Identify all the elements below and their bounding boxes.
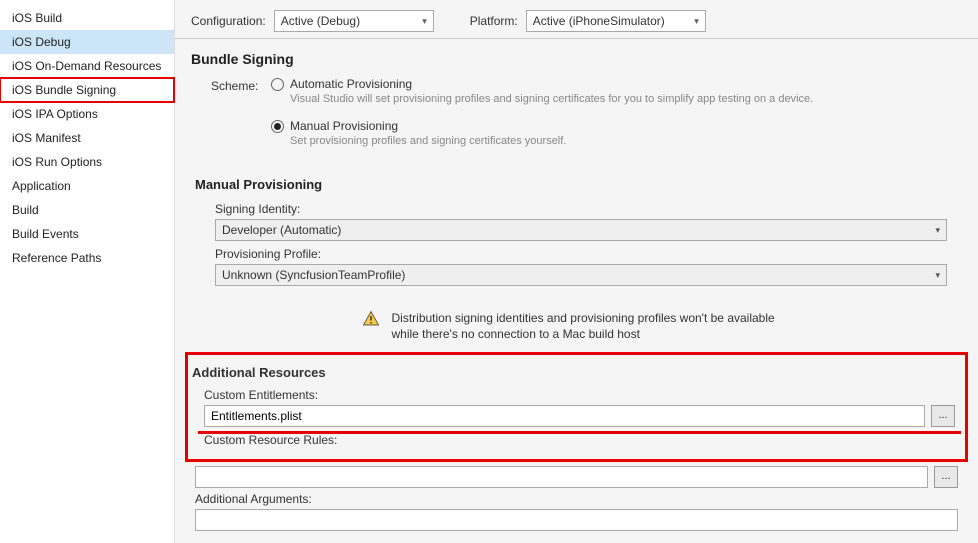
main-panel: Configuration: Active (Debug) ▾ Platform… bbox=[174, 0, 978, 543]
signing-identity-label: Signing Identity: bbox=[215, 202, 962, 216]
configuration-value: Active (Debug) bbox=[281, 14, 360, 28]
radio-auto-desc: Visual Studio will set provisioning prof… bbox=[290, 93, 962, 105]
provisioning-profile-dropdown[interactable]: Unknown (SyncfusionTeamProfile) ▾ bbox=[215, 264, 947, 286]
signing-identity-value: Developer (Automatic) bbox=[222, 223, 341, 237]
warning-row: Distribution signing identities and prov… bbox=[175, 296, 978, 348]
platform-dropdown[interactable]: Active (iPhoneSimulator) ▾ bbox=[526, 10, 706, 32]
sidebar-item-ios-bundle-signing[interactable]: iOS Bundle Signing bbox=[0, 78, 174, 102]
configuration-dropdown[interactable]: Active (Debug) ▾ bbox=[274, 10, 434, 32]
platform-label: Platform: bbox=[470, 14, 518, 28]
radio-auto-label: Automatic Provisioning bbox=[290, 77, 412, 91]
signing-identity-dropdown[interactable]: Developer (Automatic) ▾ bbox=[215, 219, 947, 241]
sidebar-item-ios-run-options[interactable]: iOS Run Options bbox=[0, 150, 174, 174]
manual-provisioning-section: Manual Provisioning Signing Identity: De… bbox=[179, 165, 978, 296]
configuration-label: Configuration: bbox=[191, 14, 266, 28]
custom-resource-rules-label: Custom Resource Rules: bbox=[204, 433, 955, 447]
chevron-down-icon: ▾ bbox=[935, 270, 940, 281]
sidebar-item-build-events[interactable]: Build Events bbox=[0, 222, 174, 246]
custom-entitlements-input[interactable] bbox=[204, 405, 925, 427]
radio-icon bbox=[271, 78, 284, 91]
provisioning-profile-label: Provisioning Profile: bbox=[215, 247, 962, 261]
radio-manual-provisioning[interactable]: Manual Provisioning Set provisioning pro… bbox=[271, 119, 962, 147]
bundle-signing-section: Bundle Signing Scheme: Automatic Provisi… bbox=[175, 39, 978, 165]
chevron-down-icon: ▾ bbox=[694, 16, 699, 27]
sidebar-item-ios-ipa[interactable]: iOS IPA Options bbox=[0, 102, 174, 126]
chevron-down-icon: ▾ bbox=[422, 16, 427, 27]
additional-resources-box: Additional Resources Custom Entitlements… bbox=[185, 352, 968, 462]
below-box: ... Additional Arguments: bbox=[175, 466, 978, 543]
sidebar-item-ios-manifest[interactable]: iOS Manifest bbox=[0, 126, 174, 150]
provisioning-profile-value: Unknown (SyncfusionTeamProfile) bbox=[222, 268, 405, 282]
config-bar: Configuration: Active (Debug) ▾ Platform… bbox=[175, 0, 978, 39]
browse-entitlements-button[interactable]: ... bbox=[931, 405, 955, 427]
platform-value: Active (iPhoneSimulator) bbox=[533, 14, 665, 28]
sidebar-item-build[interactable]: Build bbox=[0, 198, 174, 222]
radio-manual-desc: Set provisioning profiles and signing ce… bbox=[290, 135, 962, 147]
sidebar-item-reference-paths[interactable]: Reference Paths bbox=[0, 246, 174, 270]
custom-resource-rules-input[interactable] bbox=[195, 466, 928, 488]
custom-entitlements-label: Custom Entitlements: bbox=[204, 388, 955, 402]
radio-manual-label: Manual Provisioning bbox=[290, 119, 398, 133]
manual-provisioning-title: Manual Provisioning bbox=[195, 177, 962, 192]
chevron-down-icon: ▾ bbox=[935, 225, 940, 236]
sidebar: iOS Build iOS Debug iOS On-Demand Resour… bbox=[0, 0, 174, 543]
radio-automatic-provisioning[interactable]: Automatic Provisioning Visual Studio wil… bbox=[271, 77, 962, 105]
sidebar-item-ios-build[interactable]: iOS Build bbox=[0, 6, 174, 30]
additional-arguments-label: Additional Arguments: bbox=[195, 492, 958, 506]
radio-icon bbox=[271, 120, 284, 133]
browse-rules-button[interactable]: ... bbox=[934, 466, 958, 488]
sidebar-item-application[interactable]: Application bbox=[0, 174, 174, 198]
bundle-signing-title: Bundle Signing bbox=[191, 51, 962, 67]
sidebar-item-ios-ondemand[interactable]: iOS On-Demand Resources bbox=[0, 54, 174, 78]
warning-icon bbox=[362, 310, 380, 328]
additional-arguments-input[interactable] bbox=[195, 509, 958, 531]
scheme-label: Scheme: bbox=[211, 77, 271, 93]
additional-resources-title: Additional Resources bbox=[192, 365, 955, 380]
warning-text: Distribution signing identities and prov… bbox=[392, 310, 792, 342]
sidebar-item-ios-debug[interactable]: iOS Debug bbox=[0, 30, 174, 54]
